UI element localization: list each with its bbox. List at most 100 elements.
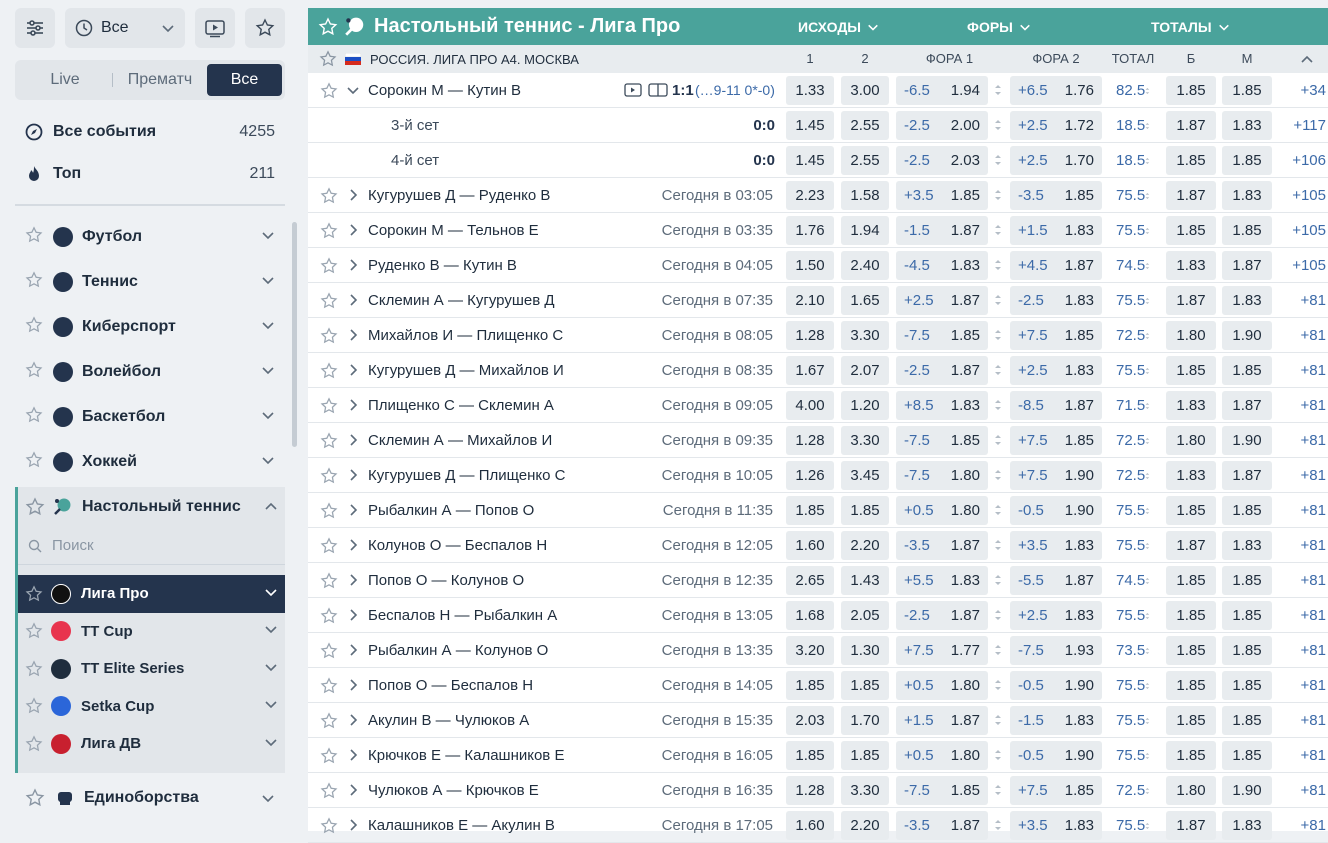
more-markets-link[interactable]: +81 bbox=[1301, 703, 1326, 738]
odds-cell-2[interactable]: 2.20 bbox=[841, 531, 889, 560]
over-cell[interactable]: 1.85 bbox=[1166, 216, 1216, 245]
under-cell[interactable]: 1.90 bbox=[1222, 426, 1272, 455]
odds-cell-2[interactable]: 1.58 bbox=[841, 181, 889, 210]
handicap2-cell[interactable]: -3.5 1.85 bbox=[1010, 181, 1102, 210]
under-cell[interactable]: 1.85 bbox=[1222, 356, 1272, 385]
handicap1-cell[interactable]: -2.5 1.87 bbox=[896, 356, 988, 385]
more-markets-link[interactable]: +81 bbox=[1301, 353, 1326, 388]
chevron-right-icon[interactable] bbox=[346, 783, 360, 797]
over-cell[interactable]: 1.87 bbox=[1166, 531, 1216, 560]
chevron-right-icon[interactable] bbox=[346, 328, 360, 342]
star-icon[interactable] bbox=[320, 432, 338, 450]
handicap1-cell[interactable]: +7.5 1.77 bbox=[896, 636, 988, 665]
over-cell[interactable]: 1.80 bbox=[1166, 321, 1216, 350]
odds-cell-1[interactable]: 1.26 bbox=[786, 461, 834, 490]
chevron-right-icon[interactable] bbox=[346, 468, 360, 482]
over-cell[interactable]: 1.85 bbox=[1166, 741, 1216, 770]
more-markets-link[interactable]: +81 bbox=[1301, 493, 1326, 528]
handicap2-cell[interactable]: +2.5 1.70 bbox=[1010, 146, 1102, 175]
match-row[interactable]: Рыбалкин А — Колунов О Сегодня в 13:35 3… bbox=[308, 633, 1328, 668]
star-icon[interactable] bbox=[320, 327, 338, 345]
sidebar-item-hockey[interactable]: Хоккей bbox=[15, 440, 285, 484]
handicap2-cell[interactable]: +6.5 1.76 bbox=[1010, 76, 1102, 105]
under-cell[interactable]: 1.85 bbox=[1222, 496, 1272, 525]
league-search-input[interactable]: Поиск bbox=[18, 527, 285, 565]
total-line-cell[interactable]: 74.5 bbox=[1108, 251, 1158, 280]
handicap2-cell[interactable]: -0.5 1.90 bbox=[1010, 496, 1102, 525]
more-markets-link[interactable]: +81 bbox=[1301, 528, 1326, 563]
odds-cell-2[interactable]: 3.30 bbox=[841, 776, 889, 805]
star-icon[interactable] bbox=[25, 660, 43, 678]
handicap2-cell[interactable]: -0.5 1.90 bbox=[1010, 741, 1102, 770]
star-icon[interactable] bbox=[320, 362, 338, 380]
chevron-right-icon[interactable] bbox=[346, 818, 360, 832]
handicap2-cell[interactable]: +7.5 1.85 bbox=[1010, 776, 1102, 805]
star-icon[interactable] bbox=[25, 585, 43, 603]
match-row[interactable]: Склемин А — Михайлов И Сегодня в 09:35 1… bbox=[308, 423, 1328, 458]
match-row[interactable]: Кугурушев Д — Руденко В Сегодня в 03:05 … bbox=[308, 178, 1328, 213]
match-row[interactable]: Кугурушев Д — Михайлов И Сегодня в 08:35… bbox=[308, 353, 1328, 388]
sidebar-item-table-tennis[interactable]: Настольный теннис bbox=[18, 487, 285, 527]
odds-cell-2[interactable]: 3.45 bbox=[841, 461, 889, 490]
under-cell[interactable]: 1.83 bbox=[1222, 111, 1272, 140]
star-icon[interactable] bbox=[25, 270, 43, 289]
handicap2-cell[interactable]: -1.5 1.83 bbox=[1010, 706, 1102, 735]
odds-cell-1[interactable]: 2.65 bbox=[786, 566, 834, 595]
chevron-right-icon[interactable] bbox=[346, 398, 360, 412]
odds-cell-2[interactable]: 1.43 bbox=[841, 566, 889, 595]
odds-cell-1[interactable]: 1.60 bbox=[786, 531, 834, 560]
handicap2-cell[interactable]: +7.5 1.85 bbox=[1010, 321, 1102, 350]
match-row[interactable]: Кугурушев Д — Плищенко С Сегодня в 10:05… bbox=[308, 458, 1328, 493]
star-icon[interactable] bbox=[320, 82, 338, 100]
more-markets-link[interactable]: +117 bbox=[1293, 108, 1326, 143]
handicap1-cell[interactable]: +5.5 1.83 bbox=[896, 566, 988, 595]
odds-cell-1[interactable]: 4.00 bbox=[786, 391, 834, 420]
total-line-cell[interactable]: 75.5 bbox=[1108, 811, 1158, 840]
total-line-cell[interactable]: 75.5 bbox=[1108, 496, 1158, 525]
chevron-right-icon[interactable] bbox=[346, 713, 360, 727]
chevron-right-icon[interactable] bbox=[346, 678, 360, 692]
odds-cell-1[interactable]: 1.85 bbox=[786, 671, 834, 700]
under-cell[interactable]: 1.90 bbox=[1222, 321, 1272, 350]
total-line-cell[interactable]: 18.5 bbox=[1108, 146, 1158, 175]
star-icon[interactable] bbox=[319, 50, 337, 68]
odds-cell-2[interactable]: 3.30 bbox=[841, 321, 889, 350]
under-cell[interactable]: 1.85 bbox=[1222, 76, 1272, 105]
star-icon[interactable] bbox=[320, 677, 338, 695]
match-row[interactable]: Колунов О — Беспалов Н Сегодня в 12:05 1… bbox=[308, 528, 1328, 563]
chevron-right-icon[interactable] bbox=[346, 538, 360, 552]
under-cell[interactable]: 1.85 bbox=[1222, 671, 1272, 700]
league-item[interactable]: TT Cup bbox=[18, 613, 285, 651]
odds-cell-2[interactable]: 2.55 bbox=[841, 111, 889, 140]
handicap1-cell[interactable]: +1.5 1.87 bbox=[896, 706, 988, 735]
star-icon[interactable] bbox=[318, 16, 338, 37]
chevron-right-icon[interactable] bbox=[346, 293, 360, 307]
over-cell[interactable]: 1.85 bbox=[1166, 356, 1216, 385]
over-cell[interactable]: 1.80 bbox=[1166, 426, 1216, 455]
match-row[interactable]: Крючков Е — Калашников Е Сегодня в 16:05… bbox=[308, 738, 1328, 773]
star-icon[interactable] bbox=[320, 257, 338, 275]
chevron-right-icon[interactable] bbox=[346, 223, 360, 237]
over-cell[interactable]: 1.87 bbox=[1166, 111, 1216, 140]
handicap1-cell[interactable]: -2.5 1.87 bbox=[896, 601, 988, 630]
odds-cell-1[interactable]: 1.76 bbox=[786, 216, 834, 245]
total-line-cell[interactable]: 75.5 bbox=[1108, 531, 1158, 560]
over-cell[interactable]: 1.80 bbox=[1166, 776, 1216, 805]
set-row[interactable]: 4-й сет 0:0 1.45 2.55 -2.5 2.03 +2.5 1.70 18.5… bbox=[308, 143, 1328, 178]
over-cell[interactable]: 1.85 bbox=[1166, 706, 1216, 735]
odds-cell-2[interactable]: 3.30 bbox=[841, 426, 889, 455]
odds-cell-1[interactable]: 2.03 bbox=[786, 706, 834, 735]
star-icon[interactable] bbox=[320, 292, 338, 310]
handicap1-cell[interactable]: -2.5 2.00 bbox=[896, 111, 988, 140]
odds-cell-2[interactable]: 1.85 bbox=[841, 496, 889, 525]
star-icon[interactable] bbox=[320, 537, 338, 555]
odds-cell-1[interactable]: 1.85 bbox=[786, 741, 834, 770]
star-icon[interactable] bbox=[320, 747, 338, 765]
star-icon[interactable] bbox=[25, 697, 43, 715]
total-line-cell[interactable]: 82.5 bbox=[1108, 76, 1158, 105]
star-icon[interactable] bbox=[25, 735, 43, 753]
star-icon[interactable] bbox=[25, 315, 43, 334]
handicap1-cell[interactable]: -7.5 1.85 bbox=[896, 321, 988, 350]
under-cell[interactable]: 1.87 bbox=[1222, 251, 1272, 280]
handicap1-cell[interactable]: +3.5 1.85 bbox=[896, 181, 988, 210]
